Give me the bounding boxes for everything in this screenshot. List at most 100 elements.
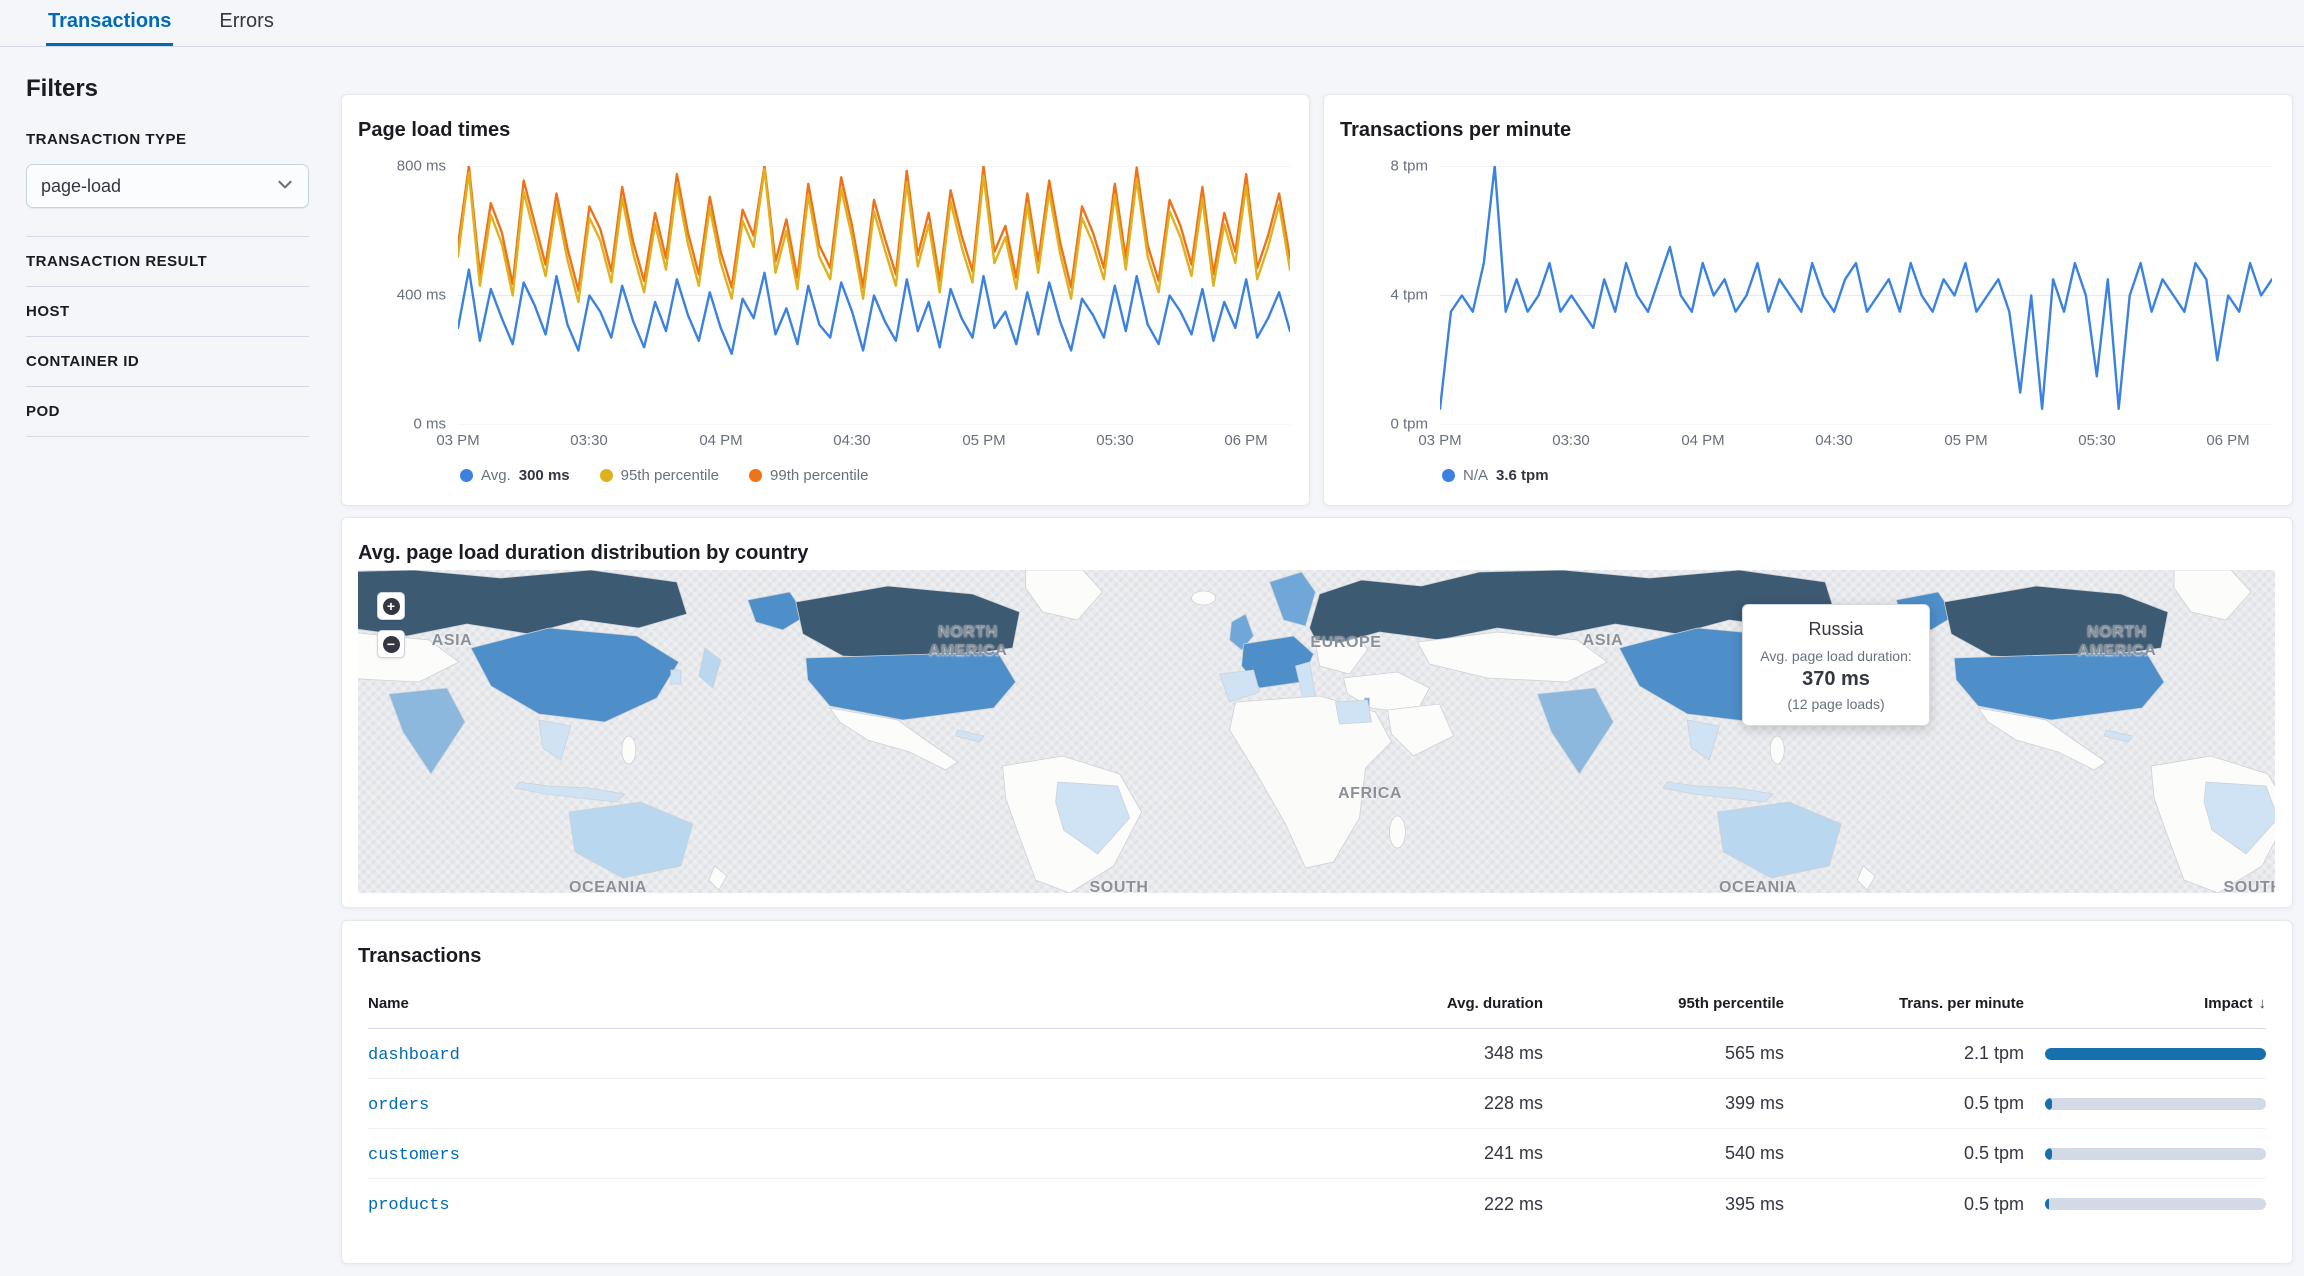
column-header-name[interactable]: Name [368, 995, 1293, 1012]
transaction-type-select[interactable]: page-load [26, 164, 309, 208]
filter-section-pod[interactable]: POD [26, 386, 309, 436]
impact-bar-fill [2045, 1198, 2049, 1210]
impact-bar-track [2045, 1048, 2266, 1060]
page-load-legend: Avg. 300 ms 95th percentile 99th percent… [460, 467, 868, 484]
legend-label: N/A [1463, 467, 1488, 484]
transactions-table: Name Avg. duration 95th percentile Trans… [368, 981, 2266, 1229]
tpm-legend: N/A 3.6 tpm [1442, 467, 1549, 484]
column-header-avg-duration[interactable]: Avg. duration [1293, 995, 1543, 1012]
tpm-chart-canvas[interactable] [1440, 166, 2272, 425]
y-tick-label: 4 tpm [1336, 287, 1428, 304]
impact-bar-track [2045, 1198, 2266, 1210]
x-tick-label: 05:30 [1096, 432, 1134, 449]
tpm-cell: 0.5 tpm [1784, 1194, 2024, 1215]
x-tick-label: 03 PM [1418, 432, 1461, 449]
x-tick-label: 05:30 [2078, 432, 2116, 449]
filters-sidebar: Filters TRANSACTION TYPE page-load TRANS… [26, 75, 309, 437]
p95-cell: 399 ms [1543, 1093, 1784, 1114]
legend-item-avg[interactable]: Avg. 300 ms [460, 467, 570, 484]
column-header-tpm[interactable]: Trans. per minute [1784, 995, 2024, 1012]
x-tick-label: 03:30 [570, 432, 608, 449]
world-map[interactable]: ASIA NORTH AMERICA EUROPE AFRICA ASIA NO… [358, 570, 2275, 893]
tooltip-value: 370 ms [1751, 668, 1921, 691]
table-header-row: Name Avg. duration 95th percentile Trans… [368, 981, 2266, 1029]
map-tooltip: Russia Avg. page load duration: 370 ms (… [1742, 604, 1930, 726]
map-zoom-controls: + − [377, 592, 405, 658]
transactions-rows: dashboard 348 ms 565 ms 2.1 tpm orders 2… [368, 1029, 2266, 1229]
impact-bar-fill [2045, 1098, 2052, 1110]
x-tick-label: 06 PM [2206, 432, 2249, 449]
avg-duration-cell: 222 ms [1293, 1194, 1543, 1215]
transactions-table-title: Transactions [358, 945, 481, 968]
x-tick-label: 04:30 [833, 432, 871, 449]
chevron-down-icon [276, 175, 294, 198]
sort-desc-icon: ↓ [2259, 995, 2267, 1012]
table-row: dashboard 348 ms 565 ms 2.1 tpm [368, 1029, 2266, 1079]
transaction-name-link[interactable]: customers [368, 1146, 460, 1165]
y-tick-label: 800 ms [354, 158, 446, 175]
x-tick-label: 06 PM [1224, 432, 1267, 449]
transactions-per-minute-panel: Transactions per minute 8 tpm 4 tpm 0 tp… [1323, 94, 2293, 506]
p95-cell: 395 ms [1543, 1194, 1784, 1215]
x-tick-label: 05 PM [1944, 432, 1987, 449]
filter-section-container-id[interactable]: CONTAINER ID [26, 336, 309, 386]
x-tick-label: 03 PM [436, 432, 479, 449]
legend-item-na[interactable]: N/A 3.6 tpm [1442, 467, 1549, 484]
x-tick-label: 04 PM [1681, 432, 1724, 449]
filters-title: Filters [26, 75, 309, 103]
plus-icon: + [383, 598, 400, 615]
x-tick-label: 05 PM [962, 432, 1005, 449]
filter-section-transaction-result[interactable]: TRANSACTION RESULT [26, 236, 309, 286]
y-tick-label: 0 tpm [1336, 416, 1428, 433]
impact-bar-track [2045, 1098, 2266, 1110]
avg-duration-cell: 241 ms [1293, 1143, 1543, 1164]
impact-bar-fill [2045, 1048, 2266, 1060]
minus-icon: − [383, 636, 400, 653]
column-header-95th-percentile[interactable]: 95th percentile [1543, 995, 1784, 1012]
legend-dot-95th-icon [600, 469, 613, 482]
legend-value: 300 ms [519, 467, 570, 484]
x-tick-label: 03:30 [1552, 432, 1590, 449]
page-load-times-title: Page load times [358, 119, 510, 142]
page-load-times-panel: Page load times 800 ms 400 ms 0 ms 03 PM… [341, 94, 1310, 506]
impact-bar-track [2045, 1148, 2266, 1160]
transactions-per-minute-title: Transactions per minute [1340, 119, 1571, 142]
legend-label: Avg. [481, 467, 511, 484]
column-header-impact[interactable]: Impact↓ [2024, 995, 2266, 1012]
legend-label: 99th percentile [770, 467, 868, 484]
world-map-canvas [358, 570, 2275, 893]
avg-duration-cell: 228 ms [1293, 1093, 1543, 1114]
transactions-table-panel: Transactions Name Avg. duration 95th per… [341, 920, 2293, 1264]
map-title: Avg. page load duration distribution by … [358, 542, 808, 565]
y-tick-label: 400 ms [354, 287, 446, 304]
avg-duration-cell: 348 ms [1293, 1043, 1543, 1064]
tooltip-country: Russia [1751, 619, 1921, 640]
filter-section-host[interactable]: HOST [26, 286, 309, 336]
legend-dot-99th-icon [749, 469, 762, 482]
transaction-type-label: TRANSACTION TYPE [26, 131, 309, 148]
y-tick-label: 8 tpm [1336, 158, 1428, 175]
tab-errors[interactable]: Errors [217, 0, 275, 46]
table-row: orders 228 ms 399 ms 0.5 tpm [368, 1079, 2266, 1129]
transaction-name-link[interactable]: products [368, 1196, 450, 1215]
tooltip-metric-label: Avg. page load duration: [1751, 648, 1921, 664]
tab-transactions[interactable]: Transactions [46, 0, 173, 46]
impact-bar-fill [2045, 1148, 2052, 1160]
x-tick-label: 04 PM [699, 432, 742, 449]
table-row: customers 241 ms 540 ms 0.5 tpm [368, 1129, 2266, 1179]
tpm-cell: 0.5 tpm [1784, 1093, 2024, 1114]
zoom-out-button[interactable]: − [377, 630, 405, 658]
legend-item-95th[interactable]: 95th percentile [600, 467, 719, 484]
tooltip-note: (12 page loads) [1751, 696, 1921, 712]
transaction-name-link[interactable]: orders [368, 1096, 429, 1115]
p95-cell: 565 ms [1543, 1043, 1784, 1064]
tpm-cell: 2.1 tpm [1784, 1043, 2024, 1064]
transaction-name-link[interactable]: dashboard [368, 1046, 460, 1065]
legend-item-99th[interactable]: 99th percentile [749, 467, 868, 484]
page-load-chart-canvas[interactable] [458, 166, 1290, 425]
top-tab-bar: Transactions Errors [0, 0, 2304, 47]
x-tick-label: 04:30 [1815, 432, 1853, 449]
legend-dot-na-icon [1442, 469, 1455, 482]
legend-value: 3.6 tpm [1496, 467, 1549, 484]
zoom-in-button[interactable]: + [377, 592, 405, 620]
